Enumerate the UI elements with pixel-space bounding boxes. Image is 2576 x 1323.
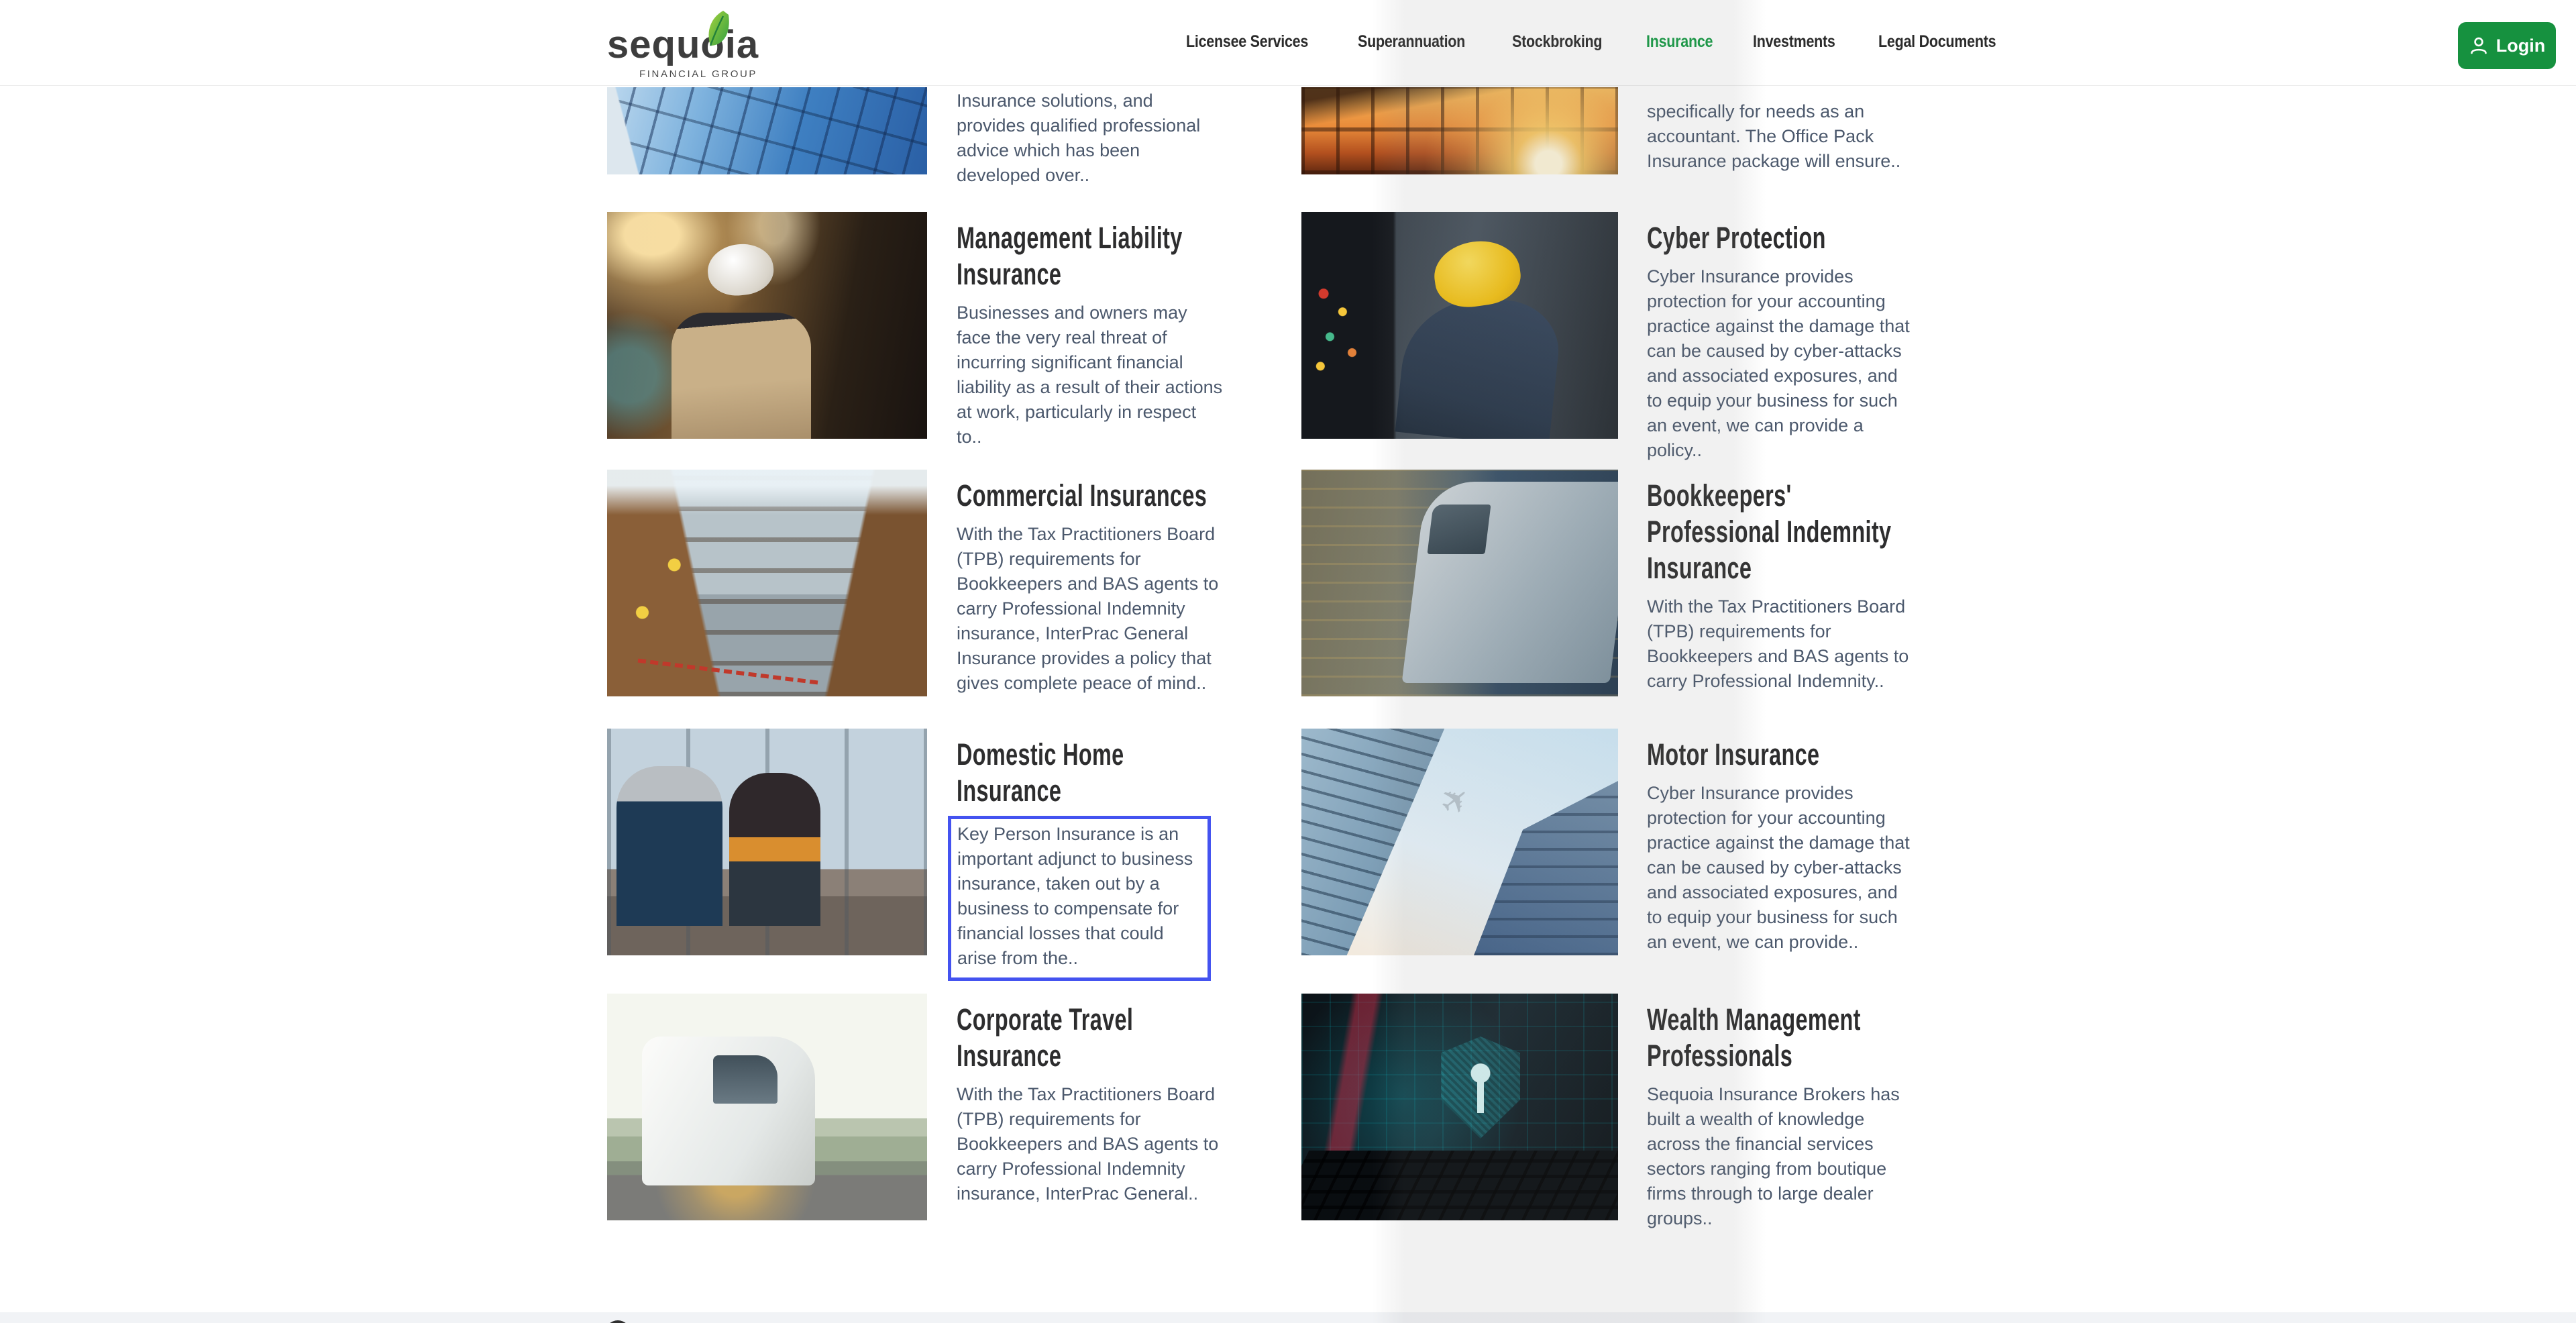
- user-icon: [2469, 36, 2489, 56]
- card-cyber-protection[interactable]: Cyber Protection Cyber Insurance provide…: [1301, 212, 1912, 439]
- card-description: Cyber Insurance provides protection for …: [1647, 781, 1917, 955]
- card-title[interactable]: Corporate Travel Insurance: [957, 1002, 1225, 1074]
- card-title[interactable]: Management Liability Insurance: [957, 220, 1225, 293]
- image-van-night-city-motion[interactable]: [1301, 470, 1618, 696]
- card-description: specifically for needs as an accountant.…: [1647, 99, 1917, 174]
- footer-strip: [0, 1312, 2576, 1323]
- card-title[interactable]: Domestic Home Insurance: [957, 737, 1225, 809]
- card-description: Cyber Insurance provides protection for …: [1647, 264, 1917, 463]
- image-white-van-country-road[interactable]: [607, 994, 927, 1220]
- image-warehouse-aisle[interactable]: [607, 470, 927, 696]
- image-factory-worker-portrait[interactable]: [607, 212, 927, 439]
- card-bookkeepers-professional-indemnity[interactable]: Bookkeepers' Professional Indemnity Insu…: [1301, 470, 1912, 696]
- card-description-highlighted[interactable]: Key Person Insurance is an important adj…: [948, 816, 1211, 981]
- main-nav: Licensee Services Superannuation Stockbr…: [1186, 32, 2015, 52]
- card-title[interactable]: Wealth Management Professionals: [1647, 1002, 1915, 1074]
- image-advisers-meeting[interactable]: [607, 729, 927, 955]
- card-description: With the Tax Practitioners Board (TPB) r…: [957, 522, 1226, 696]
- image-construction-sunset-silhouette[interactable]: [1301, 87, 1618, 174]
- image-cyber-security-shield-keyboard[interactable]: [1301, 994, 1618, 1220]
- card-wealth-management-professionals[interactable]: Wealth Management Professionals Sequoia …: [1301, 994, 1912, 1220]
- logo-tagline: FINANCIAL GROUP: [607, 68, 757, 80]
- card-description: Sequoia Insurance Brokers has built a we…: [1647, 1082, 1917, 1231]
- card-domestic-home-insurance[interactable]: Domestic Home Insurance Key Person Insur…: [607, 729, 1224, 955]
- nav-stockbroking[interactable]: Stockbroking: [1512, 32, 1602, 52]
- card-commercial-insurances[interactable]: Commercial Insurances With the Tax Pract…: [607, 470, 1224, 696]
- card-top-left-partial[interactable]: Insurance solutions, and provides qualif…: [607, 87, 1224, 174]
- card-description: Insurance solutions, and provides qualif…: [957, 89, 1226, 188]
- login-button[interactable]: Login: [2458, 22, 2556, 69]
- airplane-icon: ✈: [1432, 776, 1479, 826]
- nav-insurance[interactable]: Insurance: [1646, 32, 1713, 52]
- card-description: With the Tax Practitioners Board (TPB) r…: [1647, 594, 1917, 694]
- image-skyscrapers-airplane[interactable]: ✈: [1301, 729, 1618, 955]
- card-title[interactable]: Motor Insurance: [1647, 737, 1915, 773]
- card-title[interactable]: Cyber Protection: [1647, 220, 1915, 256]
- card-top-right-partial[interactable]: specifically for needs as an accountant.…: [1301, 87, 1912, 174]
- sequoia-logo[interactable]: sequoia FINANCIAL GROUP: [607, 20, 761, 82]
- card-description: Businesses and owners may face the very …: [957, 301, 1226, 449]
- card-management-liability-insurance[interactable]: Management Liability Insurance Businesse…: [607, 212, 1224, 439]
- login-label: Login: [2496, 36, 2545, 56]
- nav-licensee-services[interactable]: Licensee Services: [1186, 32, 1308, 52]
- nav-superannuation[interactable]: Superannuation: [1358, 32, 1465, 52]
- image-worker-control-panel[interactable]: [1301, 212, 1618, 439]
- image-blue-glass-building[interactable]: [607, 87, 927, 174]
- card-description: With the Tax Practitioners Board (TPB) r…: [957, 1082, 1226, 1206]
- nav-legal-documents[interactable]: Legal Documents: [1878, 32, 1996, 52]
- card-corporate-travel-insurance[interactable]: Corporate Travel Insurance With the Tax …: [607, 994, 1224, 1220]
- leaf-icon: [700, 9, 741, 52]
- insurance-services-page: sequoia FINANCIAL GROUP Licensee Service…: [0, 0, 2576, 1323]
- card-motor-insurance[interactable]: ✈ Motor Insurance Cyber Insurance provid…: [1301, 729, 1912, 955]
- card-title[interactable]: Commercial Insurances: [957, 478, 1225, 514]
- site-header: sequoia FINANCIAL GROUP Licensee Service…: [0, 0, 2576, 86]
- nav-investments[interactable]: Investments: [1753, 32, 1835, 52]
- card-title[interactable]: Bookkeepers' Professional Indemnity Insu…: [1647, 478, 1915, 586]
